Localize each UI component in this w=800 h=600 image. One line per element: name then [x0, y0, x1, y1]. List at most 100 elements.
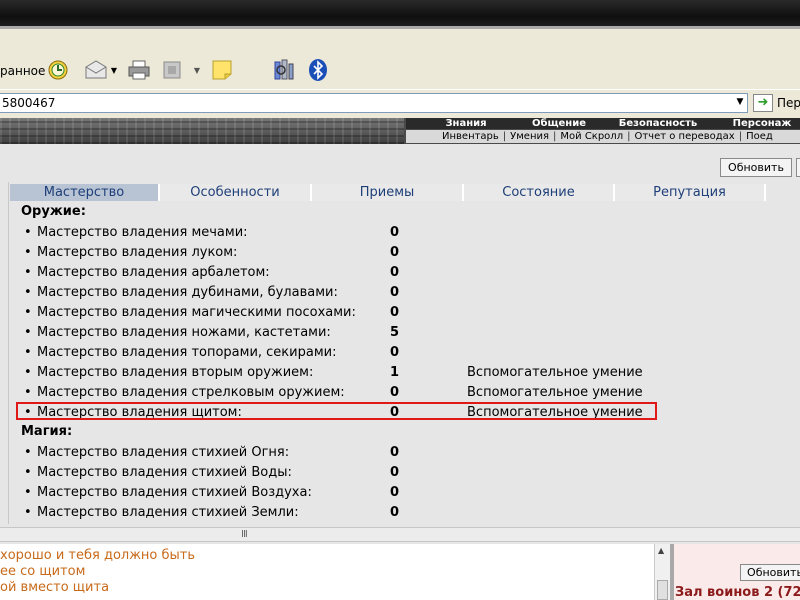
scroll-thumb[interactable] — [657, 580, 668, 600]
room-title: Зал воинов 2 (72 — [675, 585, 800, 600]
window-title-bar — [0, 0, 800, 28]
frame-splitter[interactable]: III — [0, 527, 800, 542]
menu-my-scroll[interactable]: Мой Скролл — [560, 131, 623, 142]
stone-banner — [0, 118, 404, 144]
history-icon[interactable] — [46, 58, 70, 82]
menu-character[interactable]: Персонаж — [724, 118, 800, 129]
chat-message: ее со щитом — [0, 564, 86, 579]
favorites-label[interactable]: ранное — [0, 64, 45, 78]
skill-row: • Мастерство владения мечами: 0 — [24, 223, 664, 243]
go-button-label[interactable]: Пер — [777, 96, 800, 110]
weapons-section-title: Оружие: — [21, 204, 86, 219]
menu-skills[interactable]: Умения — [510, 131, 549, 142]
edit-icon[interactable] — [162, 60, 182, 80]
skill-name: Мастерство владения дубинами, булавами: — [37, 285, 338, 300]
mail-icon[interactable] — [84, 58, 108, 82]
menu-communication[interactable]: Общение — [526, 118, 592, 129]
skill-value: 0 — [390, 345, 400, 360]
scroll-up-icon[interactable]: ▲ — [658, 546, 664, 555]
go-arrow-icon[interactable]: ➜ — [753, 94, 773, 112]
skill-value: 0 — [390, 265, 400, 280]
notes-icon[interactable] — [210, 58, 234, 82]
bullet: • — [24, 225, 32, 240]
skill-name: Мастерство владения магическими посохами… — [37, 305, 356, 320]
menu-separator: | — [502, 131, 507, 142]
skill-value: 0 — [390, 485, 400, 500]
skill-row: • Мастерство владения арбалетом: 0 — [24, 263, 664, 283]
menu-transfer-report[interactable]: Отчет о переводах — [634, 131, 734, 142]
tab-mastery[interactable]: Мастерство — [10, 184, 160, 201]
skill-row: • Мастерство владения стрелковым оружием… — [24, 383, 664, 403]
skill-name: Мастерство владения стихией Воздуха: — [37, 485, 312, 500]
bullet: • — [24, 265, 32, 280]
skill-row: • Мастерство владения ножами, кастетами:… — [24, 323, 664, 343]
game-header: Знания Общение Безопасность Персонаж Инв… — [0, 118, 800, 144]
skill-name: Мастерство владения луком: — [37, 245, 238, 260]
panel-border — [8, 182, 9, 524]
address-dropdown-icon[interactable]: ▼ — [734, 96, 746, 108]
highlight-box — [16, 402, 657, 420]
bluetooth-icon[interactable] — [306, 58, 330, 82]
skill-note: Вспомогательное умение — [467, 385, 643, 400]
menu-separator: | — [738, 131, 743, 142]
skill-name: Мастерство владения стихией Земли: — [37, 505, 299, 520]
messenger-icon[interactable] — [272, 58, 296, 82]
bullet: • — [24, 445, 32, 460]
skill-name: Мастерство владения ножами, кастетами: — [37, 325, 331, 340]
tab-features[interactable]: Особенности — [160, 184, 312, 201]
bullet: • — [24, 505, 32, 520]
chat-message: хорошо и тебя должно быть — [0, 548, 196, 563]
skill-row: • Мастерство владения стихией Воды: 0 — [24, 463, 664, 483]
menu-trips[interactable]: Поед — [746, 131, 773, 142]
skill-row: • Мастерство владения дубинами, булавами… — [24, 283, 664, 303]
bullet: • — [24, 485, 32, 500]
game-menu-bottom: Инвентарь | Умения | Мой Скролл | Отчет … — [406, 130, 800, 143]
skill-row: • Мастерство владения стихией Земли: 0 — [24, 503, 664, 523]
tab-reputation[interactable]: Репутация — [615, 184, 766, 201]
chat-scrollbar[interactable]: ▲ — [654, 544, 670, 600]
skill-name: Мастерство владения арбалетом: — [37, 265, 270, 280]
skill-row: • Мастерство владения стихией Воздуха: 0 — [24, 483, 664, 503]
refresh-button[interactable]: Обновить — [720, 158, 792, 177]
mail-dropdown-icon[interactable]: ▼ — [110, 65, 118, 75]
menu-inventory[interactable]: Инвентарь — [406, 131, 499, 142]
menu-separator: | — [627, 131, 631, 142]
skill-name: Мастерство владения вторым оружием: — [37, 365, 314, 380]
skill-row: • Мастерство владения магическими посоха… — [24, 303, 664, 323]
chat-message: ой вместо щита — [0, 580, 110, 595]
bullet: • — [24, 325, 32, 340]
tab-state[interactable]: Состояние — [464, 184, 615, 201]
skill-name: Мастерство владения топорами, секирами: — [37, 345, 337, 360]
menu-knowledge[interactable]: Знания — [406, 118, 526, 129]
skill-value: 0 — [390, 445, 400, 460]
skill-name: Мастерство владения стихией Огня: — [37, 445, 290, 460]
extra-button[interactable] — [796, 158, 800, 177]
room-refresh-button[interactable]: Обновить — [740, 564, 800, 581]
skill-value: 0 — [390, 285, 400, 300]
edit-dropdown-icon[interactable]: ▼ — [193, 65, 201, 75]
room-panel: Обновить Зал воинов 2 (72 — [674, 544, 800, 600]
skill-row: • Мастерство владения вторым оружием: 1 … — [24, 363, 664, 383]
game-menu-top: Знания Общение Безопасность Персонаж — [406, 118, 800, 129]
skill-name: Мастерство владения мечами: — [37, 225, 248, 240]
bullet: • — [24, 385, 32, 400]
menu-separator: | — [553, 131, 557, 142]
skill-row: • Мастерство владения стихией Огня: 0 — [24, 443, 664, 463]
skill-value: 0 — [390, 305, 400, 320]
bullet: • — [24, 465, 32, 480]
bullet: • — [24, 285, 32, 300]
skill-name: Мастерство владения стихией Воды: — [37, 465, 292, 480]
browser-toolbar: ранное ▼ ▼ — [0, 29, 800, 89]
skill-value: 0 — [390, 465, 400, 480]
skill-value: 0 — [390, 505, 400, 520]
magic-section-title: Магия: — [21, 424, 73, 439]
skill-value: 0 — [390, 245, 400, 260]
tab-techniques[interactable]: Приемы — [312, 184, 464, 201]
bullet: • — [24, 365, 32, 380]
address-input[interactable]: 5800467 — [0, 93, 748, 113]
skill-name: Мастерство владения стрелковым оружием: — [37, 385, 345, 400]
print-icon[interactable] — [127, 58, 151, 82]
address-bar: 5800467 ▼ ➜ Пер — [0, 90, 800, 118]
bullet: • — [24, 305, 32, 320]
menu-security[interactable]: Безопасность — [592, 118, 724, 129]
